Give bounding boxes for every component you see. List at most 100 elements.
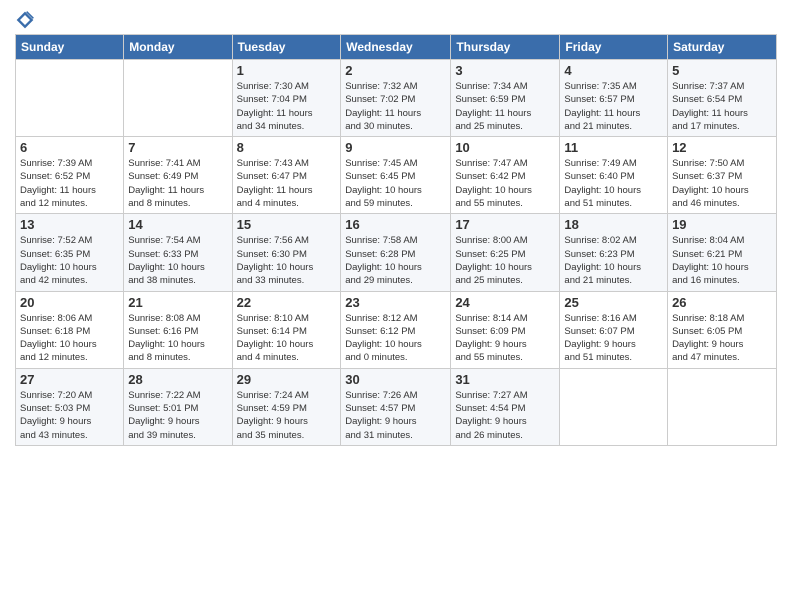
calendar-cell: 13Sunrise: 7:52 AMSunset: 6:35 PMDayligh… — [16, 214, 124, 291]
day-info: Sunrise: 8:06 AMSunset: 6:18 PMDaylight:… — [20, 312, 119, 365]
col-header-wednesday: Wednesday — [341, 35, 451, 60]
calendar-cell: 10Sunrise: 7:47 AMSunset: 6:42 PMDayligh… — [451, 137, 560, 214]
calendar-cell: 27 Sunrise: 7:20 AMSunset: 5:03 PMDayligh… — [16, 368, 124, 445]
col-header-tuesday: Tuesday — [232, 35, 341, 60]
day-number: 29 — [237, 372, 337, 387]
col-header-monday: Monday — [124, 35, 232, 60]
day-info: Sunrise: 7:27 AMSunset: 4:54 PMDaylight:… — [455, 389, 555, 442]
day-number: 7 — [128, 140, 227, 155]
calendar-cell: 30 Sunrise: 7:26 AMSunset: 4:57 PMDayligh… — [341, 368, 451, 445]
day-number: 25 — [564, 295, 663, 310]
day-number: 4 — [564, 63, 663, 78]
calendar-cell: 21 Sunrise: 8:08 AMSunset: 6:16 PMDayligh… — [124, 291, 232, 368]
day-info: Sunrise: 7:35 AMSunset: 6:57 PMDaylight:… — [564, 80, 663, 133]
day-info: Sunrise: 7:30 AMSunset: 7:04 PMDaylight:… — [237, 80, 337, 133]
day-number: 5 — [672, 63, 772, 78]
day-number: 16 — [345, 217, 446, 232]
calendar-cell — [124, 60, 232, 137]
day-info: Sunrise: 7:43 AMSunset: 6:47 PMDaylight:… — [237, 157, 337, 210]
calendar-cell: 12 Sunrise: 7:50 AMSunset: 6:37 PMDayligh… — [668, 137, 777, 214]
day-info: Sunrise: 7:45 AMSunset: 6:45 PMDaylight:… — [345, 157, 446, 210]
day-info: Sunrise: 8:16 AMSunset: 6:07 PMDaylight:… — [564, 312, 663, 365]
calendar-week-3: 13Sunrise: 7:52 AMSunset: 6:35 PMDayligh… — [16, 214, 777, 291]
day-number: 13 — [20, 217, 119, 232]
calendar-body: 1 Sunrise: 7:30 AMSunset: 7:04 PMDaylight… — [16, 60, 777, 446]
day-number: 14 — [128, 217, 227, 232]
day-number: 12 — [672, 140, 772, 155]
day-number: 10 — [455, 140, 555, 155]
calendar-cell: 2 Sunrise: 7:32 AMSunset: 7:02 PMDaylight… — [341, 60, 451, 137]
calendar-cell: 26 Sunrise: 8:18 AMSunset: 6:05 PMDayligh… — [668, 291, 777, 368]
day-info: Sunrise: 8:00 AMSunset: 6:25 PMDaylight:… — [455, 234, 555, 287]
col-header-saturday: Saturday — [668, 35, 777, 60]
calendar-cell: 17 Sunrise: 8:00 AMSunset: 6:25 PMDayligh… — [451, 214, 560, 291]
day-number: 3 — [455, 63, 555, 78]
day-number: 15 — [237, 217, 337, 232]
day-number: 9 — [345, 140, 446, 155]
calendar-cell: 24Sunrise: 8:14 AMSunset: 6:09 PMDayligh… — [451, 291, 560, 368]
calendar-cell: 1 Sunrise: 7:30 AMSunset: 7:04 PMDaylight… — [232, 60, 341, 137]
day-info: Sunrise: 8:08 AMSunset: 6:16 PMDaylight:… — [128, 312, 227, 365]
day-info: Sunrise: 7:39 AMSunset: 6:52 PMDaylight:… — [20, 157, 119, 210]
day-number: 2 — [345, 63, 446, 78]
calendar-cell: 5 Sunrise: 7:37 AMSunset: 6:54 PMDaylight… — [668, 60, 777, 137]
day-info: Sunrise: 7:20 AMSunset: 5:03 PMDaylight:… — [20, 389, 119, 442]
day-number: 23 — [345, 295, 446, 310]
day-number: 20 — [20, 295, 119, 310]
calendar-table: SundayMondayTuesdayWednesdayThursdayFrid… — [15, 34, 777, 446]
logo — [15, 10, 37, 30]
day-info: Sunrise: 8:14 AMSunset: 6:09 PMDaylight:… — [455, 312, 555, 365]
calendar-cell: 25 Sunrise: 8:16 AMSunset: 6:07 PMDayligh… — [560, 291, 668, 368]
day-info: Sunrise: 7:32 AMSunset: 7:02 PMDaylight:… — [345, 80, 446, 133]
calendar-week-4: 20 Sunrise: 8:06 AMSunset: 6:18 PMDayligh… — [16, 291, 777, 368]
calendar-cell: 4 Sunrise: 7:35 AMSunset: 6:57 PMDaylight… — [560, 60, 668, 137]
day-number: 1 — [237, 63, 337, 78]
calendar-cell: 23Sunrise: 8:12 AMSunset: 6:12 PMDayligh… — [341, 291, 451, 368]
day-info: Sunrise: 7:24 AMSunset: 4:59 PMDaylight:… — [237, 389, 337, 442]
day-info: Sunrise: 7:56 AMSunset: 6:30 PMDaylight:… — [237, 234, 337, 287]
calendar-cell: 7Sunrise: 7:41 AMSunset: 6:49 PMDaylight… — [124, 137, 232, 214]
day-info: Sunrise: 7:49 AMSunset: 6:40 PMDaylight:… — [564, 157, 663, 210]
calendar-cell — [668, 368, 777, 445]
calendar-cell: 6Sunrise: 7:39 AMSunset: 6:52 PMDaylight… — [16, 137, 124, 214]
calendar-cell: 19 Sunrise: 8:04 AMSunset: 6:21 PMDayligh… — [668, 214, 777, 291]
calendar-cell: 11Sunrise: 7:49 AMSunset: 6:40 PMDayligh… — [560, 137, 668, 214]
calendar-cell: 14 Sunrise: 7:54 AMSunset: 6:33 PMDayligh… — [124, 214, 232, 291]
calendar-cell: 31 Sunrise: 7:27 AMSunset: 4:54 PMDayligh… — [451, 368, 560, 445]
col-header-friday: Friday — [560, 35, 668, 60]
day-number: 19 — [672, 217, 772, 232]
day-number: 17 — [455, 217, 555, 232]
calendar-cell: 9 Sunrise: 7:45 AMSunset: 6:45 PMDaylight… — [341, 137, 451, 214]
calendar-cell: 18Sunrise: 8:02 AMSunset: 6:23 PMDayligh… — [560, 214, 668, 291]
calendar-cell: 29 Sunrise: 7:24 AMSunset: 4:59 PMDayligh… — [232, 368, 341, 445]
day-info: Sunrise: 8:10 AMSunset: 6:14 PMDaylight:… — [237, 312, 337, 365]
calendar-week-2: 6Sunrise: 7:39 AMSunset: 6:52 PMDaylight… — [16, 137, 777, 214]
day-info: Sunrise: 7:37 AMSunset: 6:54 PMDaylight:… — [672, 80, 772, 133]
calendar-week-1: 1 Sunrise: 7:30 AMSunset: 7:04 PMDaylight… — [16, 60, 777, 137]
day-info: Sunrise: 7:50 AMSunset: 6:37 PMDaylight:… — [672, 157, 772, 210]
calendar-cell — [560, 368, 668, 445]
day-number: 27 — [20, 372, 119, 387]
day-info: Sunrise: 7:22 AMSunset: 5:01 PMDaylight:… — [128, 389, 227, 442]
calendar-cell: 16 Sunrise: 7:58 AMSunset: 6:28 PMDayligh… — [341, 214, 451, 291]
day-number: 8 — [237, 140, 337, 155]
day-info: Sunrise: 7:26 AMSunset: 4:57 PMDaylight:… — [345, 389, 446, 442]
logo-icon — [15, 10, 35, 30]
day-number: 21 — [128, 295, 227, 310]
calendar-cell: 28 Sunrise: 7:22 AMSunset: 5:01 PMDayligh… — [124, 368, 232, 445]
day-number: 31 — [455, 372, 555, 387]
day-info: Sunrise: 8:04 AMSunset: 6:21 PMDaylight:… — [672, 234, 772, 287]
day-info: Sunrise: 7:54 AMSunset: 6:33 PMDaylight:… — [128, 234, 227, 287]
day-number: 28 — [128, 372, 227, 387]
day-number: 22 — [237, 295, 337, 310]
calendar-header-row: SundayMondayTuesdayWednesdayThursdayFrid… — [16, 35, 777, 60]
day-info: Sunrise: 8:18 AMSunset: 6:05 PMDaylight:… — [672, 312, 772, 365]
calendar-cell: 8 Sunrise: 7:43 AMSunset: 6:47 PMDaylight… — [232, 137, 341, 214]
page-header — [15, 10, 777, 30]
day-number: 18 — [564, 217, 663, 232]
day-number: 30 — [345, 372, 446, 387]
day-info: Sunrise: 7:58 AMSunset: 6:28 PMDaylight:… — [345, 234, 446, 287]
col-header-thursday: Thursday — [451, 35, 560, 60]
day-number: 26 — [672, 295, 772, 310]
calendar-cell: 15 Sunrise: 7:56 AMSunset: 6:30 PMDayligh… — [232, 214, 341, 291]
